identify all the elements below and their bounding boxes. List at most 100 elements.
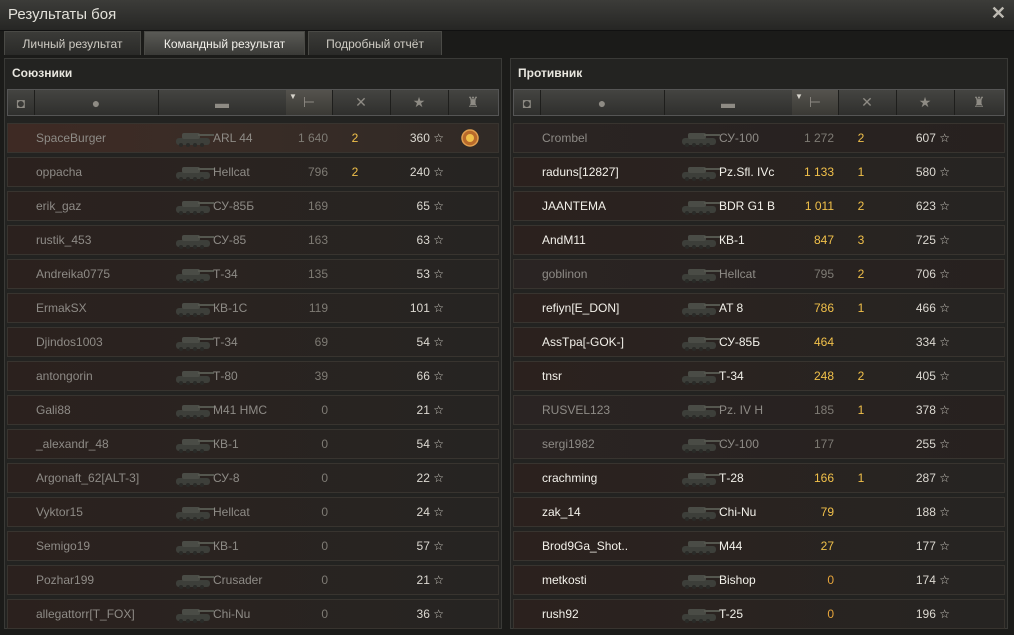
kills-icon[interactable]: ✕ bbox=[332, 90, 391, 115]
player-name: zak_14 bbox=[542, 505, 581, 519]
allies-row[interactable]: SpaceBurger ARL 44 1 640 2 360 ☆ bbox=[7, 123, 499, 153]
player-name: raduns[12827] bbox=[542, 165, 619, 179]
tab-detailed[interactable]: Подробный отчёт bbox=[308, 31, 442, 55]
xp-value: 54 ☆ bbox=[378, 328, 444, 356]
damage-value: 135 bbox=[307, 267, 328, 281]
tank-thumbnail-icon bbox=[172, 365, 216, 387]
allies-row[interactable]: Gali88 M41 HMC 0 21 ☆ bbox=[7, 395, 499, 425]
allies-row[interactable]: oppacha Hellcat 796 2 240 ☆ bbox=[7, 157, 499, 187]
xp-number: 580 bbox=[915, 165, 936, 179]
star-icon: ☆ bbox=[939, 471, 950, 485]
allies-row[interactable]: _alexandr_48 КВ-1 0 54 ☆ bbox=[7, 429, 499, 459]
kills-value bbox=[343, 294, 367, 322]
enemies-row[interactable]: AssTpa[-GOK-] СУ-85Б 464 334 ☆ bbox=[513, 327, 1005, 357]
kills-value bbox=[343, 464, 367, 492]
enemies-row[interactable]: zak_14 Chi-Nu 79 188 ☆ bbox=[513, 497, 1005, 527]
tab-team[interactable]: Командный результат bbox=[144, 31, 305, 55]
damage-icon[interactable]: ▼ ⊢ bbox=[792, 90, 839, 115]
kills-value: 2 bbox=[857, 199, 865, 213]
tab-personal[interactable]: Личный результат bbox=[4, 31, 141, 55]
medal-award-icon[interactable] bbox=[460, 128, 480, 148]
damage-value: 185 bbox=[813, 403, 834, 417]
tank-icon[interactable]: ▬ bbox=[664, 90, 793, 115]
enemies-row[interactable]: tnsr Т-34 248 2 405 ☆ bbox=[513, 361, 1005, 391]
star-icon: ☆ bbox=[939, 233, 950, 247]
enemies-row[interactable]: Crombel СУ-100 1 272 2 607 ☆ bbox=[513, 123, 1005, 153]
player-icon[interactable]: ● bbox=[34, 90, 159, 115]
allies-row[interactable]: antongorin Т-80 39 66 ☆ bbox=[7, 361, 499, 391]
allies-row[interactable]: ErmakSX КВ-1С 119 101 ☆ bbox=[7, 293, 499, 323]
xp-number: 22 bbox=[416, 471, 430, 485]
allies-row[interactable]: Vyktor15 Hellcat 0 24 ☆ bbox=[7, 497, 499, 527]
allies-row[interactable]: rustik_453 СУ-85 163 63 ☆ bbox=[7, 225, 499, 255]
enemies-row[interactable]: RUSVEL123 Pz. IV H 185 1 378 ☆ bbox=[513, 395, 1005, 425]
allies-row[interactable]: Andreika0775 Т-34 135 53 ☆ bbox=[7, 259, 499, 289]
player-name: ErmakSX bbox=[36, 301, 87, 315]
damage-value: 119 bbox=[308, 301, 328, 315]
star-icon: ☆ bbox=[939, 437, 950, 451]
xp-value: 607 ☆ bbox=[884, 124, 950, 152]
medal-icon[interactable]: ♜ bbox=[954, 90, 1004, 115]
star-icon: ☆ bbox=[433, 505, 444, 519]
enemies-row[interactable]: crachming Т-28 166 1 287 ☆ bbox=[513, 463, 1005, 493]
kills-icon[interactable]: ✕ bbox=[838, 90, 897, 115]
player-icon[interactable]: ● bbox=[540, 90, 665, 115]
damage-icon[interactable]: ▼ ⊢ bbox=[286, 90, 333, 115]
allies-header: ◘ ● ▬ ▼ ⊢ ✕ ★ ♜ bbox=[7, 89, 499, 116]
xp-number: 725 bbox=[915, 233, 936, 247]
damage-value: 177 bbox=[813, 437, 834, 451]
star-icon: ☆ bbox=[939, 403, 950, 417]
xp-value: 177 ☆ bbox=[884, 532, 950, 560]
xp-value: 623 ☆ bbox=[884, 192, 950, 220]
enemies-row[interactable]: sergi1982 СУ-100 177 255 ☆ bbox=[513, 429, 1005, 459]
xp-number: 607 bbox=[915, 131, 936, 145]
tank-thumbnail-icon bbox=[678, 399, 722, 421]
enemies-list: Crombel СУ-100 1 272 2 607 ☆ raduns[12827] Pz.… bbox=[511, 123, 1007, 633]
kills-value: 2 bbox=[351, 131, 359, 145]
xp-value: 466 ☆ bbox=[884, 294, 950, 322]
enemies-row[interactable]: Brod9Ga_Shot.. M44 27 177 ☆ bbox=[513, 531, 1005, 561]
damage-value: 1 272 bbox=[803, 131, 834, 145]
window-titlebar: Результаты боя ✕ bbox=[0, 0, 1014, 31]
close-icon[interactable]: ✕ bbox=[991, 3, 1006, 24]
kills-value: 1 bbox=[857, 301, 865, 315]
player-name: AndM11 bbox=[542, 233, 586, 247]
medal-icon[interactable]: ♜ bbox=[448, 90, 498, 115]
squad-icon[interactable]: ◘ bbox=[514, 90, 541, 115]
damage-value: 169 bbox=[307, 199, 328, 213]
enemies-row[interactable]: JAANTEMA BDR G1 B1 011 2 623 ☆ bbox=[513, 191, 1005, 221]
xp-number: 466 bbox=[915, 301, 936, 315]
allies-row[interactable]: Semigo19 КВ-1 0 57 ☆ bbox=[7, 531, 499, 561]
enemies-row[interactable]: rush92 T-25 0 196 ☆ bbox=[513, 599, 1005, 629]
kills-value: 2 bbox=[857, 369, 865, 383]
star-icon: ☆ bbox=[939, 131, 950, 145]
kills-value bbox=[849, 566, 873, 594]
xp-star-icon[interactable]: ★ bbox=[896, 90, 955, 115]
enemies-row[interactable]: AndM11 КВ-1 847 3 725 ☆ bbox=[513, 225, 1005, 255]
tank-thumbnail-icon bbox=[678, 569, 722, 591]
allies-row[interactable]: Argonaft_62[ALT-3] СУ-8 0 22 ☆ bbox=[7, 463, 499, 493]
xp-star-icon[interactable]: ★ bbox=[390, 90, 449, 115]
star-icon: ☆ bbox=[433, 267, 444, 281]
squad-icon[interactable]: ◘ bbox=[8, 90, 35, 115]
damage-value: 1 640 bbox=[297, 131, 328, 145]
allies-row[interactable]: Djindos1003 Т-34 69 54 ☆ bbox=[7, 327, 499, 357]
star-icon: ☆ bbox=[433, 165, 444, 179]
damage-value: 1 011 bbox=[804, 199, 834, 213]
tank-thumbnail-icon bbox=[678, 365, 722, 387]
tank-thumbnail-icon bbox=[172, 195, 216, 217]
damage-value: 796 bbox=[307, 165, 328, 179]
allies-row[interactable]: erik_gaz СУ-85Б 169 65 ☆ bbox=[7, 191, 499, 221]
enemies-row[interactable]: metkosti Bishop 0 174 ☆ bbox=[513, 565, 1005, 595]
xp-number: 57 bbox=[416, 539, 430, 553]
player-name: sergi1982 bbox=[542, 437, 595, 451]
tank-thumbnail-icon bbox=[678, 263, 722, 285]
enemies-row[interactable]: refiyn[E_DON] AT 8 786 1 466 ☆ bbox=[513, 293, 1005, 323]
player-name: Gali88 bbox=[36, 403, 71, 417]
enemies-row[interactable]: goblinon Hellcat 795 2 706 ☆ bbox=[513, 259, 1005, 289]
enemies-row[interactable]: raduns[12827] Pz.Sfl. IVc 1 133 1 580 ☆ bbox=[513, 157, 1005, 187]
allies-row[interactable]: Pozhar199 Crusader 0 21 ☆ bbox=[7, 565, 499, 595]
xp-value: 360 ☆ bbox=[378, 124, 444, 152]
allies-row[interactable]: allegattorr[T_FOX] Chi-Nu 0 36 ☆ bbox=[7, 599, 499, 629]
tank-icon[interactable]: ▬ bbox=[158, 90, 287, 115]
